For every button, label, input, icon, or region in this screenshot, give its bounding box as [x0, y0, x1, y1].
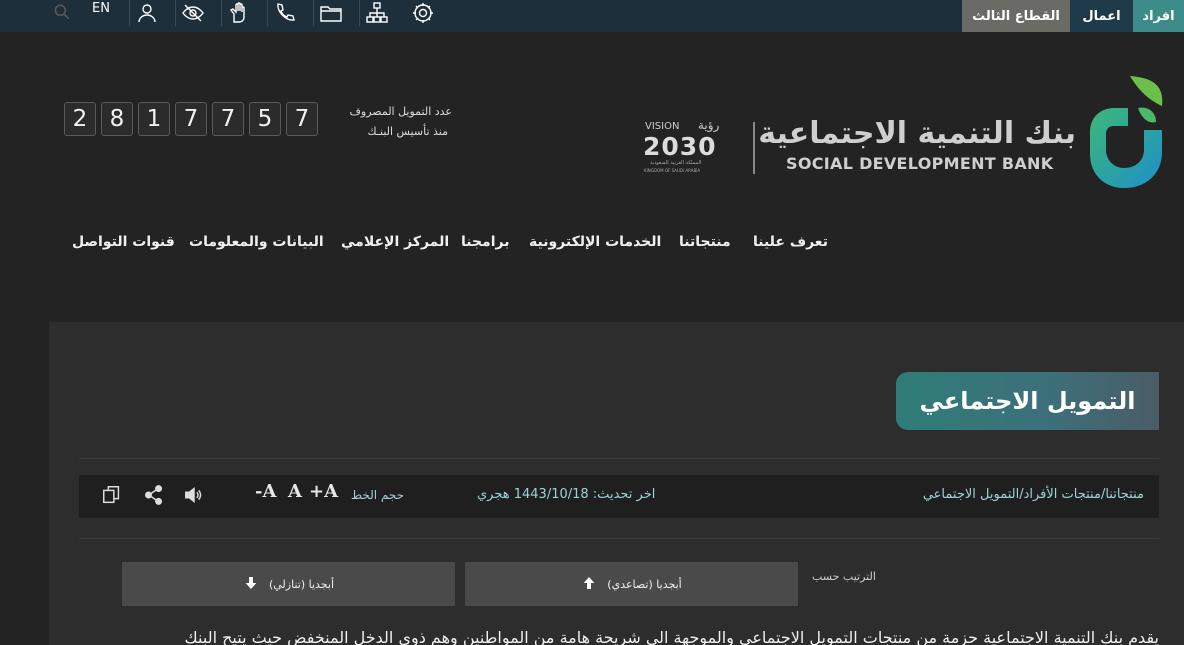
nav-e-services[interactable]: الخدمات الإلكترونية: [529, 234, 661, 250]
nav-media-center[interactable]: المركز الإعلامي: [341, 234, 449, 250]
nav-data-info[interactable]: البيانات والمعلومات: [189, 234, 324, 250]
vision-2030-logo: VISION رؤية 2030 المملكة العربية السعودي…: [640, 118, 730, 178]
user-icon[interactable]: [129, 0, 163, 26]
speaker-icon[interactable]: [183, 484, 205, 506]
counter-label-line1: عدد التمويل المصروف: [349, 105, 452, 118]
sort-ascending-label: أبجديا (تصاعدي): [607, 577, 682, 591]
breadcrumb[interactable]: منتجاتنا/منتجات الأفراد/التمويل الاجتماع…: [923, 487, 1144, 502]
nav-products[interactable]: منتجاتنا: [679, 234, 731, 250]
page-title-text: التمويل الاجتماعي: [919, 387, 1136, 415]
sitemap-icon[interactable]: [359, 0, 393, 26]
vision-ar-label: رؤية: [698, 118, 720, 132]
segment-label: افراد: [1142, 8, 1175, 24]
counter-digit: 7: [175, 102, 207, 136]
font-increase-button[interactable]: +A: [309, 481, 338, 502]
font-decrease-button[interactable]: -A: [255, 481, 276, 502]
segment-business[interactable]: اعمال: [1070, 0, 1133, 32]
vision-kingdom-ar: المملكة العربية السعودية: [650, 160, 702, 166]
page-info-bar: منتجاتنا/منتجات الأفراد/التمويل الاجتماع…: [79, 475, 1159, 518]
segment-label: اعمال: [1082, 8, 1121, 24]
counter-digit: 8: [101, 102, 133, 136]
vision-year: 2030: [643, 132, 717, 161]
page-title: التمويل الاجتماعي: [896, 372, 1159, 430]
bank-name-ar: بنك التنمية الاجتماعية: [758, 116, 1076, 151]
settings-icon[interactable]: [406, 0, 440, 26]
funding-counter: 2 8 1 7 7 5 7: [64, 102, 318, 136]
funding-counter-label: عدد التمويل المصروف منذ تأسيس البنـك: [330, 102, 452, 142]
sign-language-icon[interactable]: [221, 0, 255, 26]
vision-kingdom-en: KINGDOM OF SAUDI ARABIA: [644, 168, 701, 173]
nav-contact-channels[interactable]: قنوات التواصل: [72, 234, 175, 250]
arrow-up-icon: [581, 575, 597, 594]
last-updated: اخر تحديث: 1443/10/18 هجري: [477, 487, 656, 502]
sort-label: الترتيب حسب: [812, 570, 876, 583]
copy-icon[interactable]: [101, 484, 123, 506]
bank-name-en: SOCIAL DEVELOPMENT BANK: [786, 154, 1054, 173]
share-icon[interactable]: [143, 484, 165, 506]
counter-digit: 7: [212, 102, 244, 136]
logo-divider: [753, 122, 755, 174]
segment-label: القطاع الثالث: [972, 8, 1060, 24]
phone-icon[interactable]: [267, 0, 301, 26]
sort-descending-button[interactable]: أبجديا (تنازلي): [122, 562, 455, 606]
font-size-label: حجم الخط: [351, 488, 405, 502]
sort-descending-label: أبجديا (تنازلي): [268, 577, 335, 591]
divider: [79, 458, 1159, 459]
arrow-down-icon: [243, 575, 259, 594]
font-reset-button[interactable]: A: [288, 481, 302, 502]
bank-logo-mark: [1090, 76, 1163, 188]
segment-individuals[interactable]: افراد: [1133, 0, 1184, 32]
divider: [79, 538, 1159, 539]
nav-about-us[interactable]: تعرف علينا: [753, 234, 828, 250]
visibility-icon[interactable]: [175, 0, 209, 26]
counter-digit: 1: [138, 102, 170, 136]
counter-digit: 5: [249, 102, 281, 136]
nav-programs[interactable]: برامجنا: [461, 234, 510, 250]
sort-ascending-button[interactable]: أبجديا (تصاعدي): [465, 562, 798, 606]
vision-label: VISION: [645, 121, 680, 132]
segment-third-sector[interactable]: القطاع الثالث: [962, 0, 1070, 32]
intro-paragraph: يقدم بنك التنمية الاجتماعية حزمة من منتج…: [184, 628, 1159, 645]
folder-icon[interactable]: [313, 0, 347, 26]
counter-digit: 2: [64, 102, 96, 136]
top-bar: افراد اعمال القطاع الثالث EN: [0, 0, 1184, 32]
language-switch[interactable]: EN: [86, 0, 116, 20]
bank-logo[interactable]: بنك التنمية الاجتماعية SOCIAL DEVELOPMEN…: [758, 70, 1170, 195]
search-icon[interactable]: [52, 2, 72, 22]
counter-label-line2: منذ تأسيس البنـك: [367, 125, 449, 138]
counter-digit: 7: [286, 102, 318, 136]
main-nav: تعرف علينا منتجاتنا الخدمات الإلكترونية …: [0, 234, 1184, 256]
